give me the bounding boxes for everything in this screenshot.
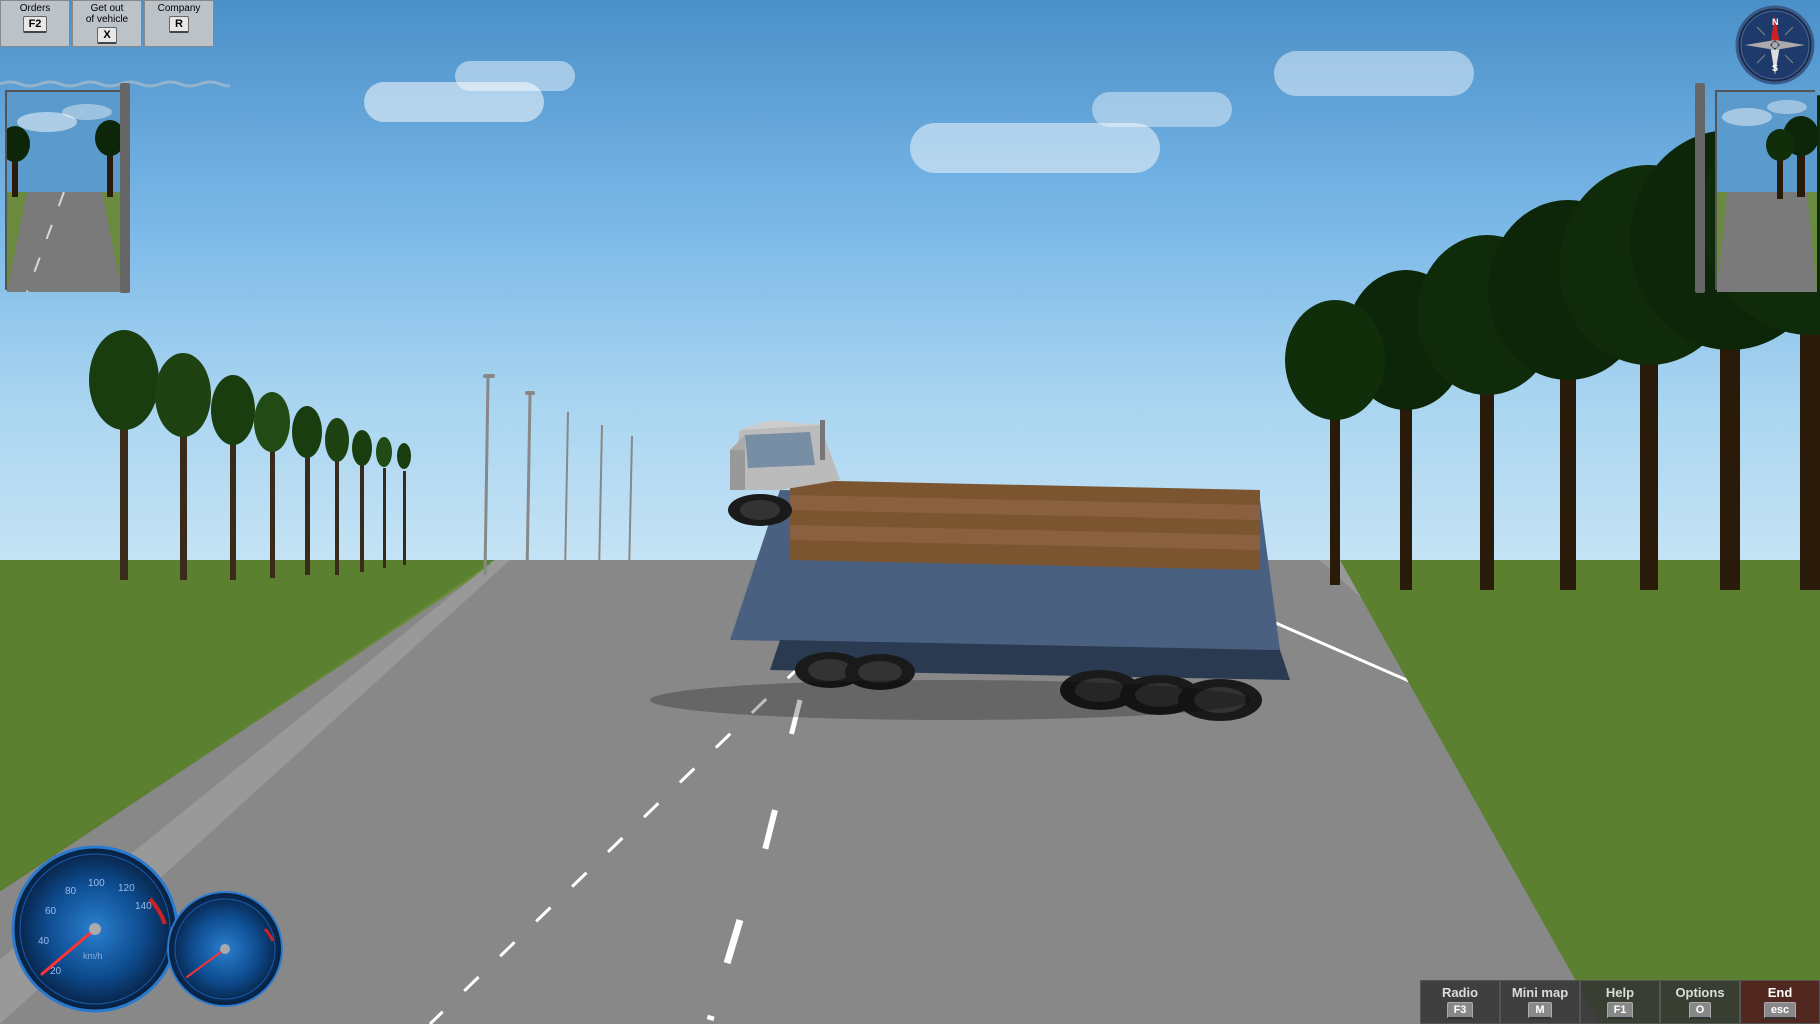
game-viewport: Orders F2 Get outof vehicle X Company R	[0, 0, 1820, 1024]
options-button[interactable]: Options O	[1660, 980, 1740, 1024]
left-mirror-bracket	[120, 83, 130, 293]
svg-text:120: 120	[118, 883, 135, 894]
compass-svg: N S	[1735, 5, 1815, 85]
end-button[interactable]: End esc	[1740, 980, 1820, 1024]
top-toolbar: Orders F2 Get outof vehicle X Company R	[0, 0, 214, 47]
svg-text:N: N	[1772, 17, 1779, 27]
secondary-gauge-svg	[165, 889, 285, 1009]
toolbar-wavy-border	[0, 75, 230, 83]
left-mirror-view	[7, 92, 122, 292]
svg-text:60: 60	[45, 906, 57, 917]
minimap-button[interactable]: Mini map M	[1500, 980, 1580, 1024]
compass: N S	[1735, 5, 1815, 85]
svg-text:140: 140	[135, 901, 152, 912]
svg-text:km/h: km/h	[83, 951, 103, 961]
right-mirror	[1715, 90, 1815, 290]
secondary-gauge	[165, 889, 285, 1009]
svg-text:80: 80	[65, 886, 77, 897]
svg-text:100: 100	[88, 878, 105, 889]
right-mirror-view	[1717, 92, 1817, 292]
speedometer: 20 40 60 80 100 120 140 km/h	[10, 844, 180, 1014]
svg-text:40: 40	[38, 936, 50, 947]
radio-button[interactable]: Radio F3	[1420, 980, 1500, 1024]
dashboard-gauges: 20 40 60 80 100 120 140 km/h	[10, 844, 285, 1014]
company-button[interactable]: Company R	[144, 0, 214, 47]
help-button[interactable]: Help F1	[1580, 980, 1660, 1024]
speedometer-svg: 20 40 60 80 100 120 140 km/h	[10, 844, 180, 1014]
orders-button[interactable]: Orders F2	[0, 0, 70, 47]
right-mirror-bracket	[1695, 83, 1705, 293]
bottom-toolbar: Radio F3 Mini map M Help F1 Options O En…	[1420, 980, 1820, 1024]
get-out-vehicle-button[interactable]: Get outof vehicle X	[72, 0, 142, 47]
svg-text:S: S	[1772, 63, 1778, 73]
left-mirror	[5, 90, 120, 290]
